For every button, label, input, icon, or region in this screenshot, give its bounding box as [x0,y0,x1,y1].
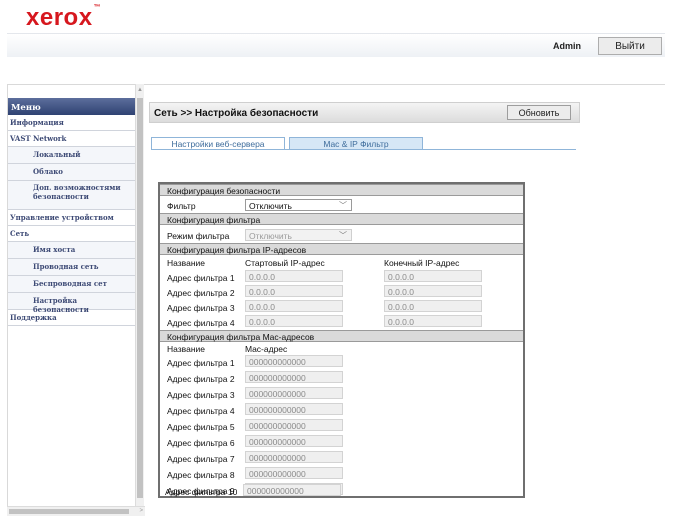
ip-end-field[interactable]: 0.0.0.0 [384,270,482,282]
sidebar-item-network[interactable]: Сеть [8,226,135,242]
scroll-up-icon[interactable]: ▲ [136,84,144,96]
menu-header: Меню [8,98,135,115]
user-label: Admin [553,41,581,51]
ip-start-field[interactable]: 0.0.0.0 [245,300,343,312]
mac-field[interactable]: 000000000000 [245,419,343,431]
filter-mode-select[interactable]: Отключить ﹀ [245,229,352,241]
ip-col-end: Конечный IP-адрес [384,258,460,268]
mac-row-label: Адрес фильтра 7 [167,454,235,464]
sidebar-item-security-features[interactable]: Доп. возможностями безопасности [8,181,135,210]
ip-row-label: Адрес фильтра 2 [167,288,235,298]
filter-label: Фильтр [167,201,196,211]
ip-row-label: Адрес фильтра 4 [167,318,235,328]
mac-field[interactable]: 000000000000 [245,403,343,415]
breadcrumb: Сеть >> Настройка безопасности [154,108,319,119]
ip-row-label: Адрес фильтра 1 [167,273,235,283]
mac-row-label: Адрес фильтра 8 [167,470,235,480]
tab-bar: Настройки веб-сервера Mac & IP Фильтр [151,137,576,150]
section-filter-config: Конфигурация фильтра [160,213,523,225]
mac-field[interactable]: 000000000000 [245,467,343,479]
refresh-button[interactable]: Обновить [507,105,571,120]
ip-col-start: Стартовый IP-адрес [245,258,325,268]
ip-end-field[interactable]: 0.0.0.0 [384,315,482,327]
sidebar-menu: Меню Информация VAST Network Локальный О… [8,98,135,490]
filter-config-panel: Конфигурация безопасности Фильтр Отключи… [158,182,525,498]
filter-mode-label: Режим фильтра [167,231,230,241]
mac-field[interactable]: 000000000000 [245,451,343,463]
ip-start-field[interactable]: 0.0.0.0 [245,315,343,327]
mac-field[interactable]: 000000000000 [243,484,341,496]
tab-underline [151,149,576,150]
ip-end-field[interactable]: 0.0.0.0 [384,300,482,312]
sidebar-item-vast-network[interactable]: VAST Network [8,131,135,147]
sidebar-item-wireless[interactable]: Беспроводная сет [8,276,135,293]
filter-select[interactable]: Отключить ﹀ [245,199,352,211]
mac-row-label: Адрес фильтра 10 [165,487,238,497]
sidebar-scrollbar[interactable]: ▲ ▼ [135,84,144,516]
mac-row-label: Адрес фильтра 6 [167,438,235,448]
horizontal-scrollbar[interactable]: > [7,506,145,516]
chevron-down-icon: ﹀ [339,201,347,210]
mac-field[interactable]: 000000000000 [245,371,343,383]
ip-start-field[interactable]: 0.0.0.0 [245,270,343,282]
section-mac-filter: Конфигурация фильтра Mac-адресов [160,330,523,342]
ip-col-name: Название [167,258,205,268]
mac-col-name: Название [167,344,205,354]
mac-field[interactable]: 000000000000 [245,355,343,367]
mac-row-label: Адрес фильтра 4 [167,406,235,416]
chevron-down-icon: ﹀ [339,231,347,240]
mac-col-address: Mac-адрес [245,344,288,354]
sidebar-item-cloud[interactable]: Облако [8,164,135,181]
page-title-bar: Сеть >> Настройка безопасности Обновить [149,102,580,123]
scroll-thumb[interactable] [137,98,143,498]
hscroll-thumb[interactable] [9,509,129,514]
mac-field[interactable]: 000000000000 [245,387,343,399]
ip-start-field[interactable]: 0.0.0.0 [245,285,343,297]
section-ip-filter: Конфигурация фильтра IP-адресов [160,243,523,255]
sidebar-item-wired[interactable]: Проводная сеть [8,259,135,276]
mac-row-label: Адрес фильтра 2 [167,374,235,384]
top-bar: Admin Выйти [7,33,665,57]
mac-field[interactable]: 000000000000 [245,435,343,447]
sidebar-item-local[interactable]: Локальный [8,147,135,164]
mac-row-label: Адрес фильтра 3 [167,390,235,400]
section-security-config: Конфигурация безопасности [160,184,523,196]
sidebar-item-info[interactable]: Информация [8,115,135,131]
sidebar-item-hostname[interactable]: Имя хоста [8,242,135,259]
ip-end-field[interactable]: 0.0.0.0 [384,285,482,297]
ip-row-label: Адрес фильтра 3 [167,303,235,313]
sidebar-item-security-settings[interactable]: Настройка безопасности [8,293,135,314]
mac-row-label: Адрес фильтра 1 [167,358,235,368]
mac-row-10: Адрес фильтра 10 000000000000 [160,484,523,497]
scroll-right-icon[interactable]: > [139,507,143,516]
logout-button[interactable]: Выйти [598,37,662,55]
xerox-logo: xerox™ [26,4,102,31]
mac-row-label: Адрес фильтра 5 [167,422,235,432]
sidebar-item-device-management[interactable]: Управление устройством [8,210,135,226]
